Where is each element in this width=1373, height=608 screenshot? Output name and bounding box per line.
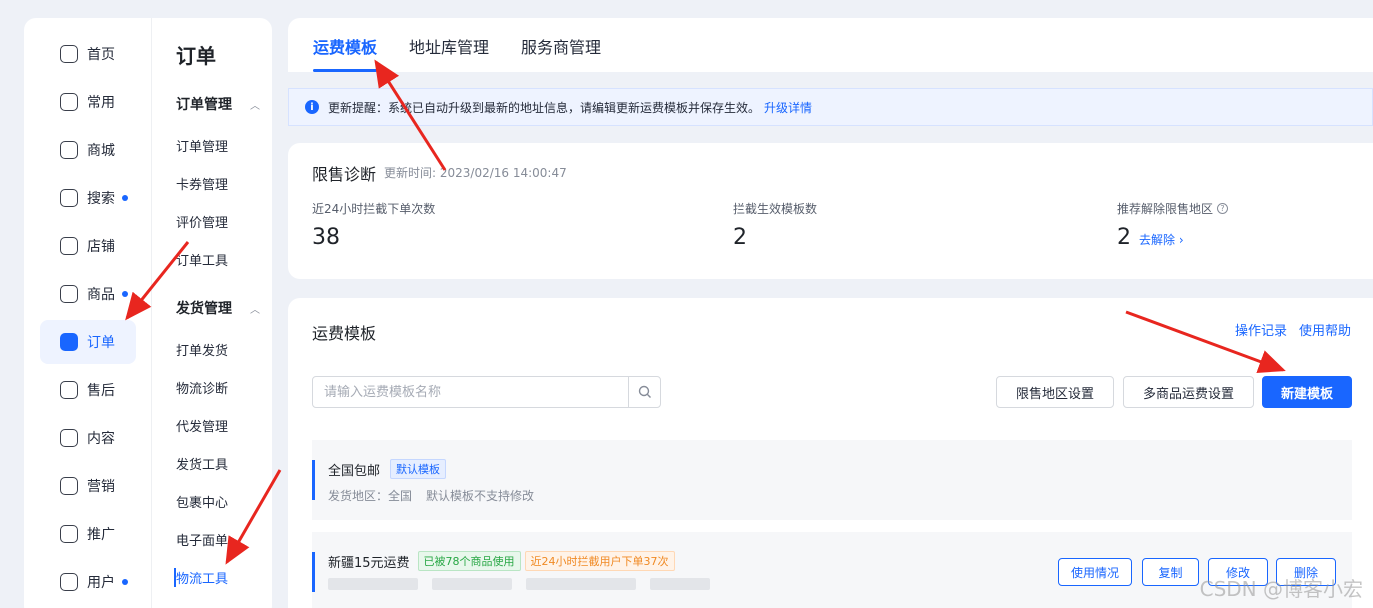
usage-button[interactable]: 使用情况 [1058, 558, 1132, 586]
unrestrict-link[interactable]: 去解除 › [1139, 231, 1184, 248]
section-title: 运费模板 [312, 324, 377, 343]
help-link[interactable]: 使用帮助 [1299, 320, 1351, 339]
restriction-diagnosis-card: 限售诊断 更新时间: 2023/02/16 14:00:47 近24小时拦截下单… [288, 143, 1373, 279]
update-notice: i 更新提醒：系统已自动升级到最新的地址信息，请编辑更新运费模板并保存生效。 升… [288, 88, 1373, 126]
upgrade-details-link[interactable]: 升级详情 [764, 99, 812, 116]
chevron-up-icon: ︿ [250, 304, 260, 316]
nav-item-orders[interactable]: 订单 [40, 320, 136, 364]
redacted-text [526, 578, 636, 590]
search-icon [638, 385, 651, 398]
template-row: 全国包邮 默认模板 发货地区：全国 默认模板不支持修改 [312, 440, 1352, 520]
redacted-text [432, 578, 512, 590]
redacted-text [650, 578, 710, 590]
bag-icon [60, 285, 78, 303]
stat-value: 38 [312, 225, 340, 250]
template-name: 新疆15元运费 已被78个商品使用 近24小时拦截用户下单37次 [328, 551, 675, 571]
nav-item-goods[interactable]: 商品 [40, 272, 136, 316]
store-icon [60, 237, 78, 255]
submenu-item[interactable]: 订单工具 [176, 250, 228, 269]
home-icon [60, 45, 78, 63]
submenu-item[interactable]: 电子面单 [176, 530, 228, 549]
freight-template-card: 运费模板 操作记录 使用帮助 限售地区设置 多商品运费设置 新建模板 全国包邮 … [288, 298, 1373, 608]
template-meta: 发货地区：全国 默认模板不支持修改 [328, 489, 535, 503]
new-template-button[interactable]: 新建模板 [1262, 376, 1352, 408]
nav-item-home[interactable]: 首页 [40, 32, 136, 76]
search-input[interactable] [313, 377, 628, 407]
stat-value: 2 去解除 › [1117, 225, 1184, 250]
stat-label: 近24小时拦截下单次数 [312, 202, 436, 216]
tab-address-library[interactable]: 地址库管理 [409, 34, 489, 58]
nav-item-users[interactable]: 用户 [40, 560, 136, 604]
tab-bar: 运费模板 地址库管理 服务商管理 [288, 18, 1373, 72]
submenu-item[interactable]: 打单发货 [176, 340, 228, 359]
tv-icon [60, 429, 78, 447]
stat-label: 推荐解除限售地区? [1117, 200, 1229, 217]
nav-item-search[interactable]: 搜索 [40, 176, 136, 220]
submenu-item[interactable]: 卡券管理 [176, 174, 228, 193]
multi-goods-freight-button[interactable]: 多商品运费设置 [1123, 376, 1254, 408]
template-row: 新疆15元运费 已被78个商品使用 近24小时拦截用户下单37次 使用情况 复制… [312, 532, 1352, 608]
help-icon[interactable]: ? [1217, 203, 1229, 214]
redacted-text [328, 578, 418, 590]
row-indicator [312, 460, 315, 500]
tab-service-provider[interactable]: 服务商管理 [521, 34, 601, 58]
update-time: 更新时间: 2023/02/16 14:00:47 [384, 166, 567, 180]
row-indicator [312, 552, 315, 592]
nav-item-content[interactable]: 内容 [40, 416, 136, 460]
submenu-item[interactable]: 评价管理 [176, 212, 228, 231]
promote-icon [60, 525, 78, 543]
copy-button[interactable]: 复制 [1142, 558, 1199, 586]
active-tab-indicator [313, 69, 377, 72]
submenu-group-shipping[interactable]: 发货管理 ︿ [176, 298, 260, 318]
new-dot [122, 195, 128, 201]
nav-item-store[interactable]: 店铺 [40, 224, 136, 268]
submenu-item[interactable]: 代发管理 [176, 416, 228, 435]
new-dot [122, 579, 128, 585]
nav-item-common[interactable]: 常用 [40, 80, 136, 124]
submenu-title: 订单 [176, 44, 216, 68]
submenu-item[interactable]: 订单管理 [176, 136, 228, 155]
default-tag: 默认模板 [390, 459, 447, 479]
stat-value: 2 [733, 225, 747, 250]
order-icon [60, 333, 78, 351]
sidebar: 首页 常用 商城 搜索 店铺 商品 订单 售后 内容 营销 推广 用户 订单 订… [24, 18, 272, 608]
folder-icon [60, 93, 78, 111]
submenu-item-logistics-tools[interactable]: 物流工具 [174, 568, 228, 587]
watermark: CSDN @博客小宏 [1199, 577, 1363, 601]
shop-icon [60, 141, 78, 159]
after-sale-icon [60, 381, 78, 399]
secondary-nav: 订单 订单管理 ︿ 订单管理 卡券管理 评价管理 订单工具 发货管理 ︿ 打单发货 … [153, 18, 272, 608]
new-dot [122, 291, 128, 297]
submenu-item[interactable]: 物流诊断 [176, 378, 228, 397]
usage-tag: 已被78个商品使用 [417, 551, 521, 571]
search-button[interactable] [628, 377, 660, 407]
template-search [312, 376, 661, 408]
submenu-item[interactable]: 包裹中心 [176, 492, 228, 511]
megaphone-icon [60, 477, 78, 495]
template-name: 全国包邮 默认模板 [328, 459, 447, 479]
restricted-region-button[interactable]: 限售地区设置 [996, 376, 1114, 408]
user-icon [60, 573, 78, 591]
operation-log-link[interactable]: 操作记录 [1235, 320, 1287, 339]
nav-item-marketing[interactable]: 营销 [40, 464, 136, 508]
diagnosis-title: 限售诊断 [312, 165, 377, 184]
nav-item-mall[interactable]: 商城 [40, 128, 136, 172]
submenu-group-orders[interactable]: 订单管理 ︿ [176, 94, 260, 114]
search-chart-icon [60, 189, 78, 207]
chevron-up-icon: ︿ [250, 100, 260, 112]
stat-label: 拦截生效模板数 [733, 202, 818, 216]
nav-item-after-sale[interactable]: 售后 [40, 368, 136, 412]
primary-nav: 首页 常用 商城 搜索 店铺 商品 订单 售后 内容 营销 推广 用户 [24, 18, 152, 608]
nav-item-promote[interactable]: 推广 [40, 512, 136, 556]
header-links: 操作记录 使用帮助 [1235, 320, 1351, 339]
info-icon: i [305, 100, 319, 114]
submenu-item[interactable]: 发货工具 [176, 454, 228, 473]
tab-freight-template[interactable]: 运费模板 [313, 34, 377, 58]
intercept-tag: 近24小时拦截用户下单37次 [524, 551, 675, 571]
